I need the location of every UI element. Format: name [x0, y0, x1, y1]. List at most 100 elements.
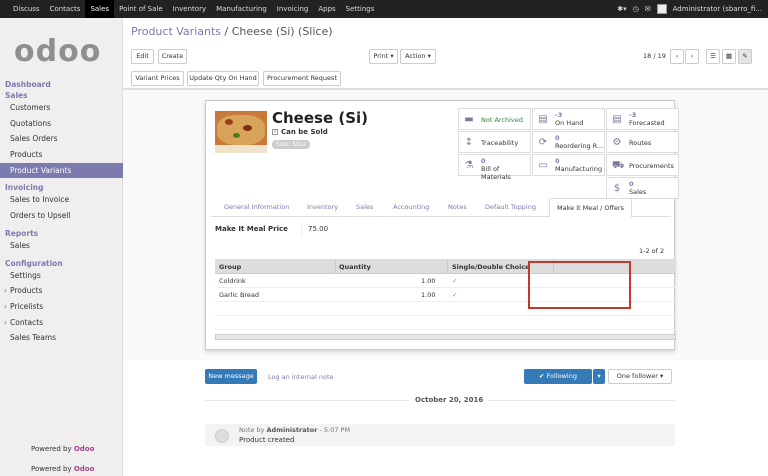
sidebar-section-dashboard[interactable]: Dashboard [0, 78, 123, 89]
list-view-button[interactable]: ☰ [706, 49, 720, 64]
cell-choice-checkbox[interactable]: ✓ [452, 291, 457, 299]
create-button[interactable]: Create [158, 49, 187, 64]
message-body: Product created [239, 436, 295, 444]
powered-by-link[interactable]: Odoo [74, 445, 95, 453]
powered-by-link[interactable]: Odoo [74, 465, 95, 473]
tab-make-it-meal-offers[interactable]: Make it Meal / Offers [549, 198, 632, 218]
sidebar-item-contacts[interactable]: › Contacts [0, 315, 123, 331]
menu-invoicing[interactable]: Invoicing [272, 0, 314, 18]
edit-button[interactable]: Edit [131, 49, 154, 64]
sidebar-item-sales-orders[interactable]: Sales Orders [0, 131, 123, 147]
update-qty-button[interactable]: Update Qty On Hand [187, 71, 259, 86]
pager-value[interactable]: 18 / 19 [643, 52, 666, 60]
form-view-button[interactable]: ✎ [738, 49, 752, 64]
sidebar-section-reports[interactable]: Reports [0, 227, 123, 238]
debug-icon[interactable]: ✱▾ [617, 5, 626, 13]
sidebar-item-quotations[interactable]: Quotations [0, 116, 123, 132]
sidebar-item-product-variants[interactable]: Product Variants [0, 162, 123, 179]
following-dropdown[interactable]: ▾ [593, 369, 605, 384]
followers-button[interactable]: One follower ▾ [608, 369, 672, 384]
stat-routes-button[interactable]: ⚙ Routes [606, 131, 679, 153]
column-header-group[interactable]: Group [219, 263, 241, 271]
tab-inventory[interactable]: Inventory [307, 203, 338, 211]
stat-traceability-button[interactable]: ↕ Traceability [458, 131, 531, 153]
user-menu[interactable]: Administrator (sbarro_fi... [673, 5, 762, 13]
sidebar-item-sales-to-invoice[interactable]: Sales to Invoice [0, 192, 123, 208]
stat-value: -3 [555, 111, 563, 119]
chat-icon[interactable]: ✉ [645, 5, 651, 13]
action-dropdown[interactable]: Action ▾ [400, 49, 436, 64]
column-header-choice[interactable]: Single/Double Choice [452, 263, 530, 271]
sidebar-item-reports-sales[interactable]: Sales [0, 238, 123, 254]
horizontal-scrollbar[interactable] [215, 334, 676, 340]
flask-icon: ⚗ [464, 160, 474, 171]
stat-text: -3 On Hand [555, 111, 583, 127]
odoo-logo[interactable]: odoo [14, 34, 101, 69]
sidebar-item-sales-teams[interactable]: Sales Teams [0, 330, 123, 346]
tab-general-information[interactable]: General Information [224, 203, 289, 211]
sidebar-item-products[interactable]: Products [0, 147, 123, 163]
stat-manufacturing-button[interactable]: ▭ 0 Manufacturing [532, 154, 605, 176]
following-button[interactable]: ✔ Following [524, 369, 592, 384]
menu-settings[interactable]: Settings [341, 0, 380, 18]
sidebar-section-configuration[interactable]: Configuration [0, 257, 123, 268]
menu-inventory[interactable]: Inventory [168, 0, 211, 18]
refresh-icon: ⟳ [538, 137, 548, 148]
sidebar-item-config-products[interactable]: › Products [0, 283, 123, 299]
sidebar-item-pricelists[interactable]: › Pricelists [0, 299, 123, 315]
cell-choice-checkbox[interactable]: ✓ [452, 277, 457, 285]
sidebar-item-settings[interactable]: Settings [0, 268, 123, 284]
breadcrumb-parent[interactable]: Product Variants [131, 25, 221, 38]
menu-contacts[interactable]: Contacts [45, 0, 86, 18]
stat-on-hand-button[interactable]: ▤ -3 On Hand [532, 108, 605, 130]
print-dropdown[interactable]: Print ▾ [369, 49, 398, 64]
variant-prices-button[interactable]: Variant Prices [131, 71, 184, 86]
powered-by: Powered by Odoo [31, 445, 94, 453]
tab-sales[interactable]: Sales [356, 203, 373, 211]
log-note-link[interactable]: Log an internal note [268, 373, 334, 381]
menu-manufacturing[interactable]: Manufacturing [211, 0, 272, 18]
menu-sales[interactable]: Sales [85, 0, 115, 18]
edit-form-icon: ✎ [742, 52, 748, 60]
kanban-view-button[interactable]: ▦ [722, 49, 736, 64]
tab-notes[interactable]: Notes [448, 203, 467, 211]
menu-point-of-sale[interactable]: Point of Sale [114, 0, 168, 18]
sidebar-section-invoicing[interactable]: Invoicing [0, 181, 123, 192]
stat-procurements-button[interactable]: ⛟ Procurements [606, 154, 679, 176]
new-message-button[interactable]: New message [205, 369, 257, 384]
column-header-quantity[interactable]: Quantity [339, 263, 371, 271]
menu-apps[interactable]: Apps [313, 0, 340, 18]
tab-accounting[interactable]: Accounting [393, 203, 429, 211]
sidebar-item-label: Pricelists [10, 301, 44, 311]
stat-active-button[interactable]: ▬ Not Archived [458, 108, 531, 130]
product-image[interactable] [215, 111, 267, 153]
stat-label: Routes [629, 139, 652, 147]
menu-discuss[interactable]: Discuss [8, 0, 45, 18]
meal-price-value[interactable]: 75.00 [301, 223, 328, 236]
stat-reordering-button[interactable]: ⟳ 0 Reordering R... [532, 131, 605, 153]
tab-default-topping[interactable]: Default Topping [485, 203, 536, 211]
procurement-request-button[interactable]: Procurement Request [263, 71, 341, 86]
message-time: - 5:07 PM [319, 426, 351, 434]
author-avatar[interactable] [215, 429, 229, 443]
list-alt-icon: ▭ [538, 160, 548, 171]
stat-value: -3 [629, 111, 637, 119]
stat-sales-button[interactable]: $0 Sales [606, 177, 679, 199]
sidebar-section-sales[interactable]: Sales [0, 89, 123, 100]
message-author[interactable]: Administrator [267, 426, 318, 434]
sidebar-item-orders-to-upsell[interactable]: Orders to Upsell [0, 208, 123, 224]
cell-quantity: 1.00 [421, 277, 436, 285]
pager-previous-button[interactable]: ‹ [670, 49, 684, 64]
user-avatar[interactable] [656, 4, 667, 14]
sidebar-item-customers[interactable]: Customers [0, 100, 123, 116]
date-separator-label: October 20, 2016 [409, 396, 490, 404]
clock-icon[interactable]: ◷ [633, 5, 639, 13]
can-be-sold-checkbox[interactable]: ✓ [272, 129, 278, 135]
plate [215, 145, 267, 153]
stat-forecasted-button[interactable]: ▤ -3 Forecasted [606, 108, 679, 130]
caret-down-icon: ▾ [597, 372, 601, 380]
pager-next-button[interactable]: › [685, 49, 699, 64]
stat-bom-button[interactable]: ⚗ 0 Bill of Materials [458, 154, 531, 181]
truck-icon: ⛟ [612, 160, 625, 171]
cell-group: Garlic Bread [219, 291, 260, 299]
